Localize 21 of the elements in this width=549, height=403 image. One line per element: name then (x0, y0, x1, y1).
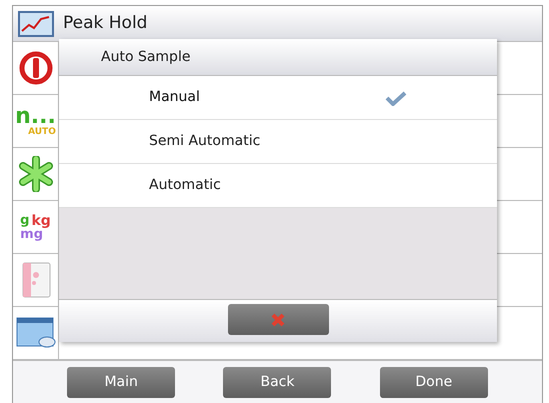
nav-button[interactable]: Back (223, 367, 332, 398)
nav-button[interactable]: Main (67, 367, 176, 398)
option-row[interactable]: Manual (59, 76, 497, 120)
icon-text: kg (31, 214, 51, 228)
cancel-button[interactable] (228, 304, 328, 335)
power-icon (18, 51, 52, 85)
window-icon (16, 317, 56, 349)
dialog-title: Auto Sample (101, 48, 190, 66)
book-icon (20, 261, 52, 299)
checkmark-icon (385, 90, 407, 106)
option-row[interactable]: Automatic (59, 164, 497, 208)
icon-text: g (20, 214, 30, 228)
close-icon (271, 312, 285, 326)
icon-text: mg (20, 228, 44, 240)
chart-icon (18, 10, 54, 36)
icon-text: AUTO (28, 128, 56, 136)
icon-text: n... (15, 106, 56, 128)
asterisk-icon (18, 156, 54, 192)
nav-button[interactable]: Done (380, 367, 488, 398)
menu-header-label: Peak Hold (63, 12, 148, 35)
option-row[interactable]: Semi Automatic (59, 120, 497, 164)
